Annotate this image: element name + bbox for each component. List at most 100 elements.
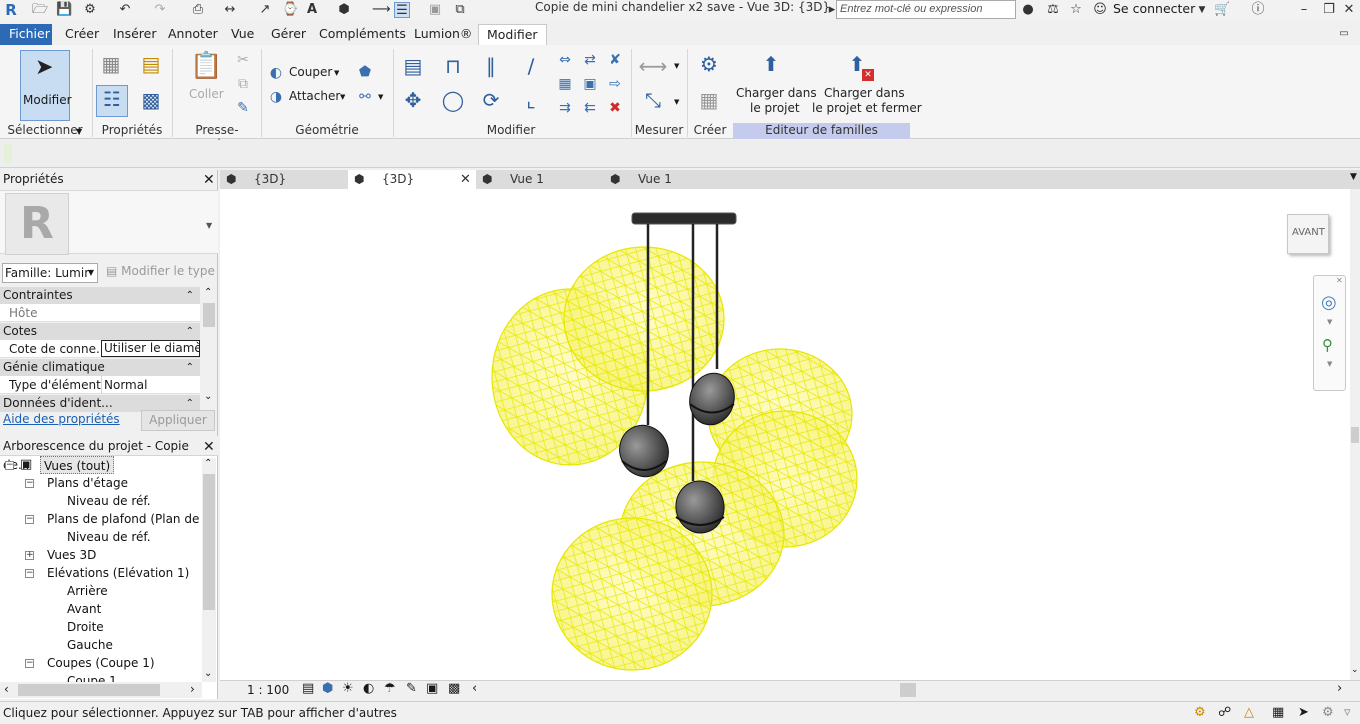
section-icon[interactable]: ⟶ (372, 2, 391, 18)
drag-elements-icon[interactable]: ⚙ (1322, 702, 1334, 724)
sign-in-label[interactable]: Se connecter (1113, 1, 1195, 16)
properties-help-link[interactable]: Aide des propriétés (3, 412, 120, 426)
sync-icon[interactable]: ⚙ (82, 2, 98, 18)
family-types-icon[interactable]: ▤ (138, 51, 164, 77)
scroll-thumb[interactable] (203, 303, 215, 327)
tree-item[interactable]: Vues 3D (47, 546, 96, 564)
load-into-project-icon[interactable]: ⬆ (756, 51, 786, 81)
move-icon[interactable]: ✥ (400, 87, 426, 113)
prop-row-elemtype[interactable]: Type d'élément Normal (0, 376, 200, 394)
switch-windows-icon[interactable]: ⧉ (452, 2, 468, 18)
tab-modifier[interactable]: Modifier (478, 24, 547, 45)
scroll-down-icon[interactable]: ⌄ (1351, 665, 1359, 675)
close-icon[interactable]: ✕ (203, 439, 215, 455)
split-icon[interactable]: ⇔ (556, 51, 574, 69)
help-icon[interactable]: ⓘ (1250, 2, 1266, 18)
chevron-down-icon[interactable]: ▼ (76, 127, 82, 136)
paste-icon[interactable]: 📋 (190, 53, 222, 83)
worksets-icon[interactable]: ⚙ (1194, 702, 1206, 724)
tree-item[interactable]: Arrière (67, 582, 108, 600)
join-geometry-label[interactable]: Attacher (289, 89, 340, 103)
tab-complements[interactable]: Compléments (314, 24, 411, 45)
chevron-down-icon[interactable]: ▼ (1194, 2, 1210, 18)
paste-label[interactable]: Coller (189, 87, 224, 101)
tabs-overflow-icon[interactable]: ▼ (1350, 172, 1357, 182)
cart-icon[interactable]: 🛒 (1214, 2, 1230, 18)
tab-creer[interactable]: Créer (60, 24, 104, 45)
collapse-toggle[interactable]: − (25, 479, 34, 488)
type-selector[interactable]: R ▼ (0, 190, 218, 255)
select-by-face-icon[interactable]: ➤ (1298, 702, 1309, 724)
user-icon[interactable]: ☺ (1092, 2, 1108, 18)
detail-level-icon[interactable]: ▤ (302, 681, 314, 696)
scroll-up-icon[interactable]: ⌃ (204, 458, 212, 469)
close-icon[interactable]: ✕ (203, 172, 215, 188)
search-input[interactable]: Entrez mot-clé ou expression (836, 0, 1016, 19)
collapse-toggle[interactable]: − (5, 461, 14, 470)
dimension-icon[interactable]: ↗ (257, 2, 273, 18)
revit-logo-icon[interactable]: R (3, 2, 19, 18)
apply-button[interactable]: Appliquer (141, 410, 215, 431)
scroll-left-icon[interactable]: ‹ (472, 681, 477, 696)
favorites-icon[interactable]: ☆ (1068, 2, 1084, 18)
array-icon[interactable]: ▦ (556, 75, 574, 93)
tree-item[interactable]: Droite (67, 618, 104, 636)
collapse-icon[interactable]: ⌃ (186, 287, 194, 304)
scroll-right-icon[interactable]: › (1337, 681, 1342, 696)
tree-item[interactable]: Plans de plafond (Plan de pla (47, 510, 201, 528)
create-similar-icon[interactable]: ⚙ (696, 51, 722, 77)
cut-icon[interactable]: ✂ (234, 51, 252, 69)
scroll-down-icon[interactable]: ⌄ (204, 668, 212, 679)
measure-icon[interactable]: ↔ (222, 2, 238, 18)
scroll-thumb[interactable] (203, 474, 215, 610)
minimize-icon[interactable]: – (1296, 2, 1312, 18)
chevron-down-icon[interactable]: ▼ (206, 221, 212, 230)
group-mep[interactable]: Génie climatique ⌃ (0, 359, 200, 376)
close-icon[interactable]: ✕ (460, 170, 471, 189)
trim-icon[interactable]: ⇉ (556, 99, 574, 117)
edit-type-button[interactable]: ▤ Modifier le type (106, 264, 215, 278)
subscription-icon[interactable]: ⚖ (1045, 2, 1061, 18)
shadows-icon[interactable]: ◐ (363, 681, 374, 696)
visual-style-icon[interactable]: ⬢ (322, 681, 333, 696)
tab-fichier[interactable]: Fichier (0, 24, 52, 45)
tag-icon[interactable]: ⌚ (282, 2, 298, 18)
group-constraints[interactable]: Contraintes ⌃ (0, 287, 200, 304)
scroll-down-icon[interactable]: ⌄ (204, 391, 212, 402)
sun-path-icon[interactable]: ☀ (342, 681, 354, 696)
tree-vscrollbar[interactable]: ⌃ ⌄ (202, 458, 216, 682)
align-icon[interactable]: ▤ (400, 53, 426, 79)
create-group-icon[interactable]: ▦ (696, 87, 722, 113)
scroll-thumb[interactable] (1351, 427, 1359, 443)
scroll-left-icon[interactable]: ‹ (4, 682, 9, 696)
group-dimensions[interactable]: Cotes ⌃ (0, 323, 200, 340)
tree-item[interactable]: Elévations (Elévation 1) (47, 564, 189, 582)
offset-icon[interactable]: ⊓ (440, 53, 466, 79)
links-icon[interactable]: ☍ (1218, 702, 1231, 724)
mirror-pick-axis-icon[interactable]: ∥ (478, 53, 504, 79)
prop-row-connector[interactable]: Cote de conne... Utiliser le diamè (0, 340, 200, 358)
steering-wheel-icon[interactable]: ◎ (1321, 292, 1337, 313)
redo-icon[interactable]: ↷ (152, 2, 168, 18)
tree-hscrollbar[interactable]: ‹ › (0, 682, 202, 698)
chandelier-3d-model[interactable] (220, 189, 1350, 680)
restore-icon[interactable]: ❐ (1321, 2, 1337, 18)
tree-item[interactable]: Plans d'étage (47, 474, 128, 492)
view-tab[interactable]: ⬢ Vue 1 (604, 170, 732, 189)
view-tab-active[interactable]: ⬢ {3D} ✕ (348, 170, 476, 189)
text-icon[interactable]: A (304, 2, 320, 18)
collapse-toggle[interactable]: − (25, 659, 34, 668)
view-cube-face[interactable]: AVANT (1292, 227, 1325, 238)
trim-extend-icon[interactable]: ⌞ (518, 87, 544, 113)
expand-toggle[interactable]: + (25, 551, 34, 560)
cope-icon[interactable]: ⬟ (356, 63, 374, 81)
tree-item[interactable]: Vues (tout) (40, 456, 115, 474)
tab-annoter[interactable]: Annoter (163, 24, 223, 45)
chevron-down-icon[interactable]: ▼ (674, 62, 679, 70)
tab-vue[interactable]: Vue (226, 24, 259, 45)
wall-joins-icon[interactable]: ⚯ (356, 88, 374, 106)
join-geometry-icon[interactable]: ◑ (267, 88, 285, 106)
copy-element-icon[interactable]: ◯ (440, 87, 466, 113)
tree-item[interactable]: Niveau de réf. (67, 528, 151, 546)
extend-icon[interactable]: ⇇ (581, 99, 599, 117)
